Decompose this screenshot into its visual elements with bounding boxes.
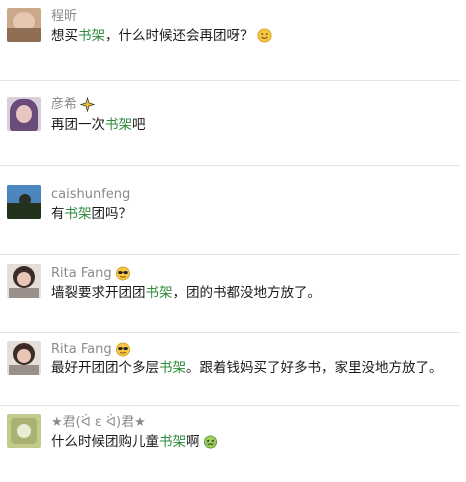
sunglasses-badge-icon <box>115 266 130 281</box>
user-name[interactable]: ★君(ᐛ ε ᐛ)君★ <box>51 415 146 431</box>
comment-text: 什么时候团购儿童书架啊 <box>51 433 218 451</box>
comment-text: 有书架团吗？ <box>51 206 132 222</box>
keyword-link[interactable]: 书架 <box>146 285 173 301</box>
avatar[interactable] <box>7 414 41 448</box>
comment-text: 最好开团团个多层书架。跟着钱妈买了好多书，家里没地方放了。 <box>51 360 443 376</box>
comment-item: 彦希 再团一次书架吧 <box>0 81 466 166</box>
avatar[interactable] <box>7 341 41 375</box>
comment-text: 想买书架，什么时候还会再团呀？ <box>51 27 272 45</box>
user-name[interactable]: 彦希 <box>51 97 96 113</box>
keyword-link[interactable]: 书架 <box>159 434 186 450</box>
avatar[interactable] <box>7 8 41 42</box>
user-name[interactable]: 程昕 <box>51 9 77 25</box>
crying-face-emoji-icon <box>203 435 217 449</box>
comment-text: 墙裂要求开团团书架，团的书都没地方放了。 <box>51 285 321 301</box>
avatar[interactable] <box>7 185 41 219</box>
keyword-link[interactable]: 书架 <box>65 206 92 222</box>
sunglasses-badge-icon <box>115 342 130 357</box>
comment-text: 再团一次书架吧 <box>51 117 146 133</box>
keyword-link[interactable]: 书架 <box>159 360 186 376</box>
comment-item: 程昕 想买书架，什么时候还会再团呀？ <box>0 0 466 80</box>
comment-item: caishunfeng 有书架团吗？ <box>0 166 466 254</box>
sparkle-badge-icon <box>80 97 96 112</box>
user-name[interactable]: caishunfeng <box>51 187 130 203</box>
keyword-link[interactable]: 书架 <box>78 28 105 44</box>
comment-item: Rita Fang 墙裂要求开团团书架，团的书都没地方放了。 <box>0 255 466 332</box>
user-name[interactable]: Rita Fang <box>51 342 131 358</box>
user-name[interactable]: Rita Fang <box>51 266 131 282</box>
comment-item: Rita Fang 最好开团团个多层书架。跟着钱妈买了好多书，家里没地方放了。 <box>0 333 466 406</box>
keyword-link[interactable]: 书架 <box>105 117 132 133</box>
smile-emoji-icon <box>256 28 272 43</box>
comment-feed: 程昕 想买书架，什么时候还会再团呀？ 彦希 再团一次书架吧 caishunfen… <box>0 0 466 482</box>
avatar[interactable] <box>7 97 41 131</box>
avatar[interactable] <box>7 264 41 298</box>
comment-item: ★君(ᐛ ε ᐛ)君★ 什么时候团购儿童书架啊 <box>0 406 466 482</box>
